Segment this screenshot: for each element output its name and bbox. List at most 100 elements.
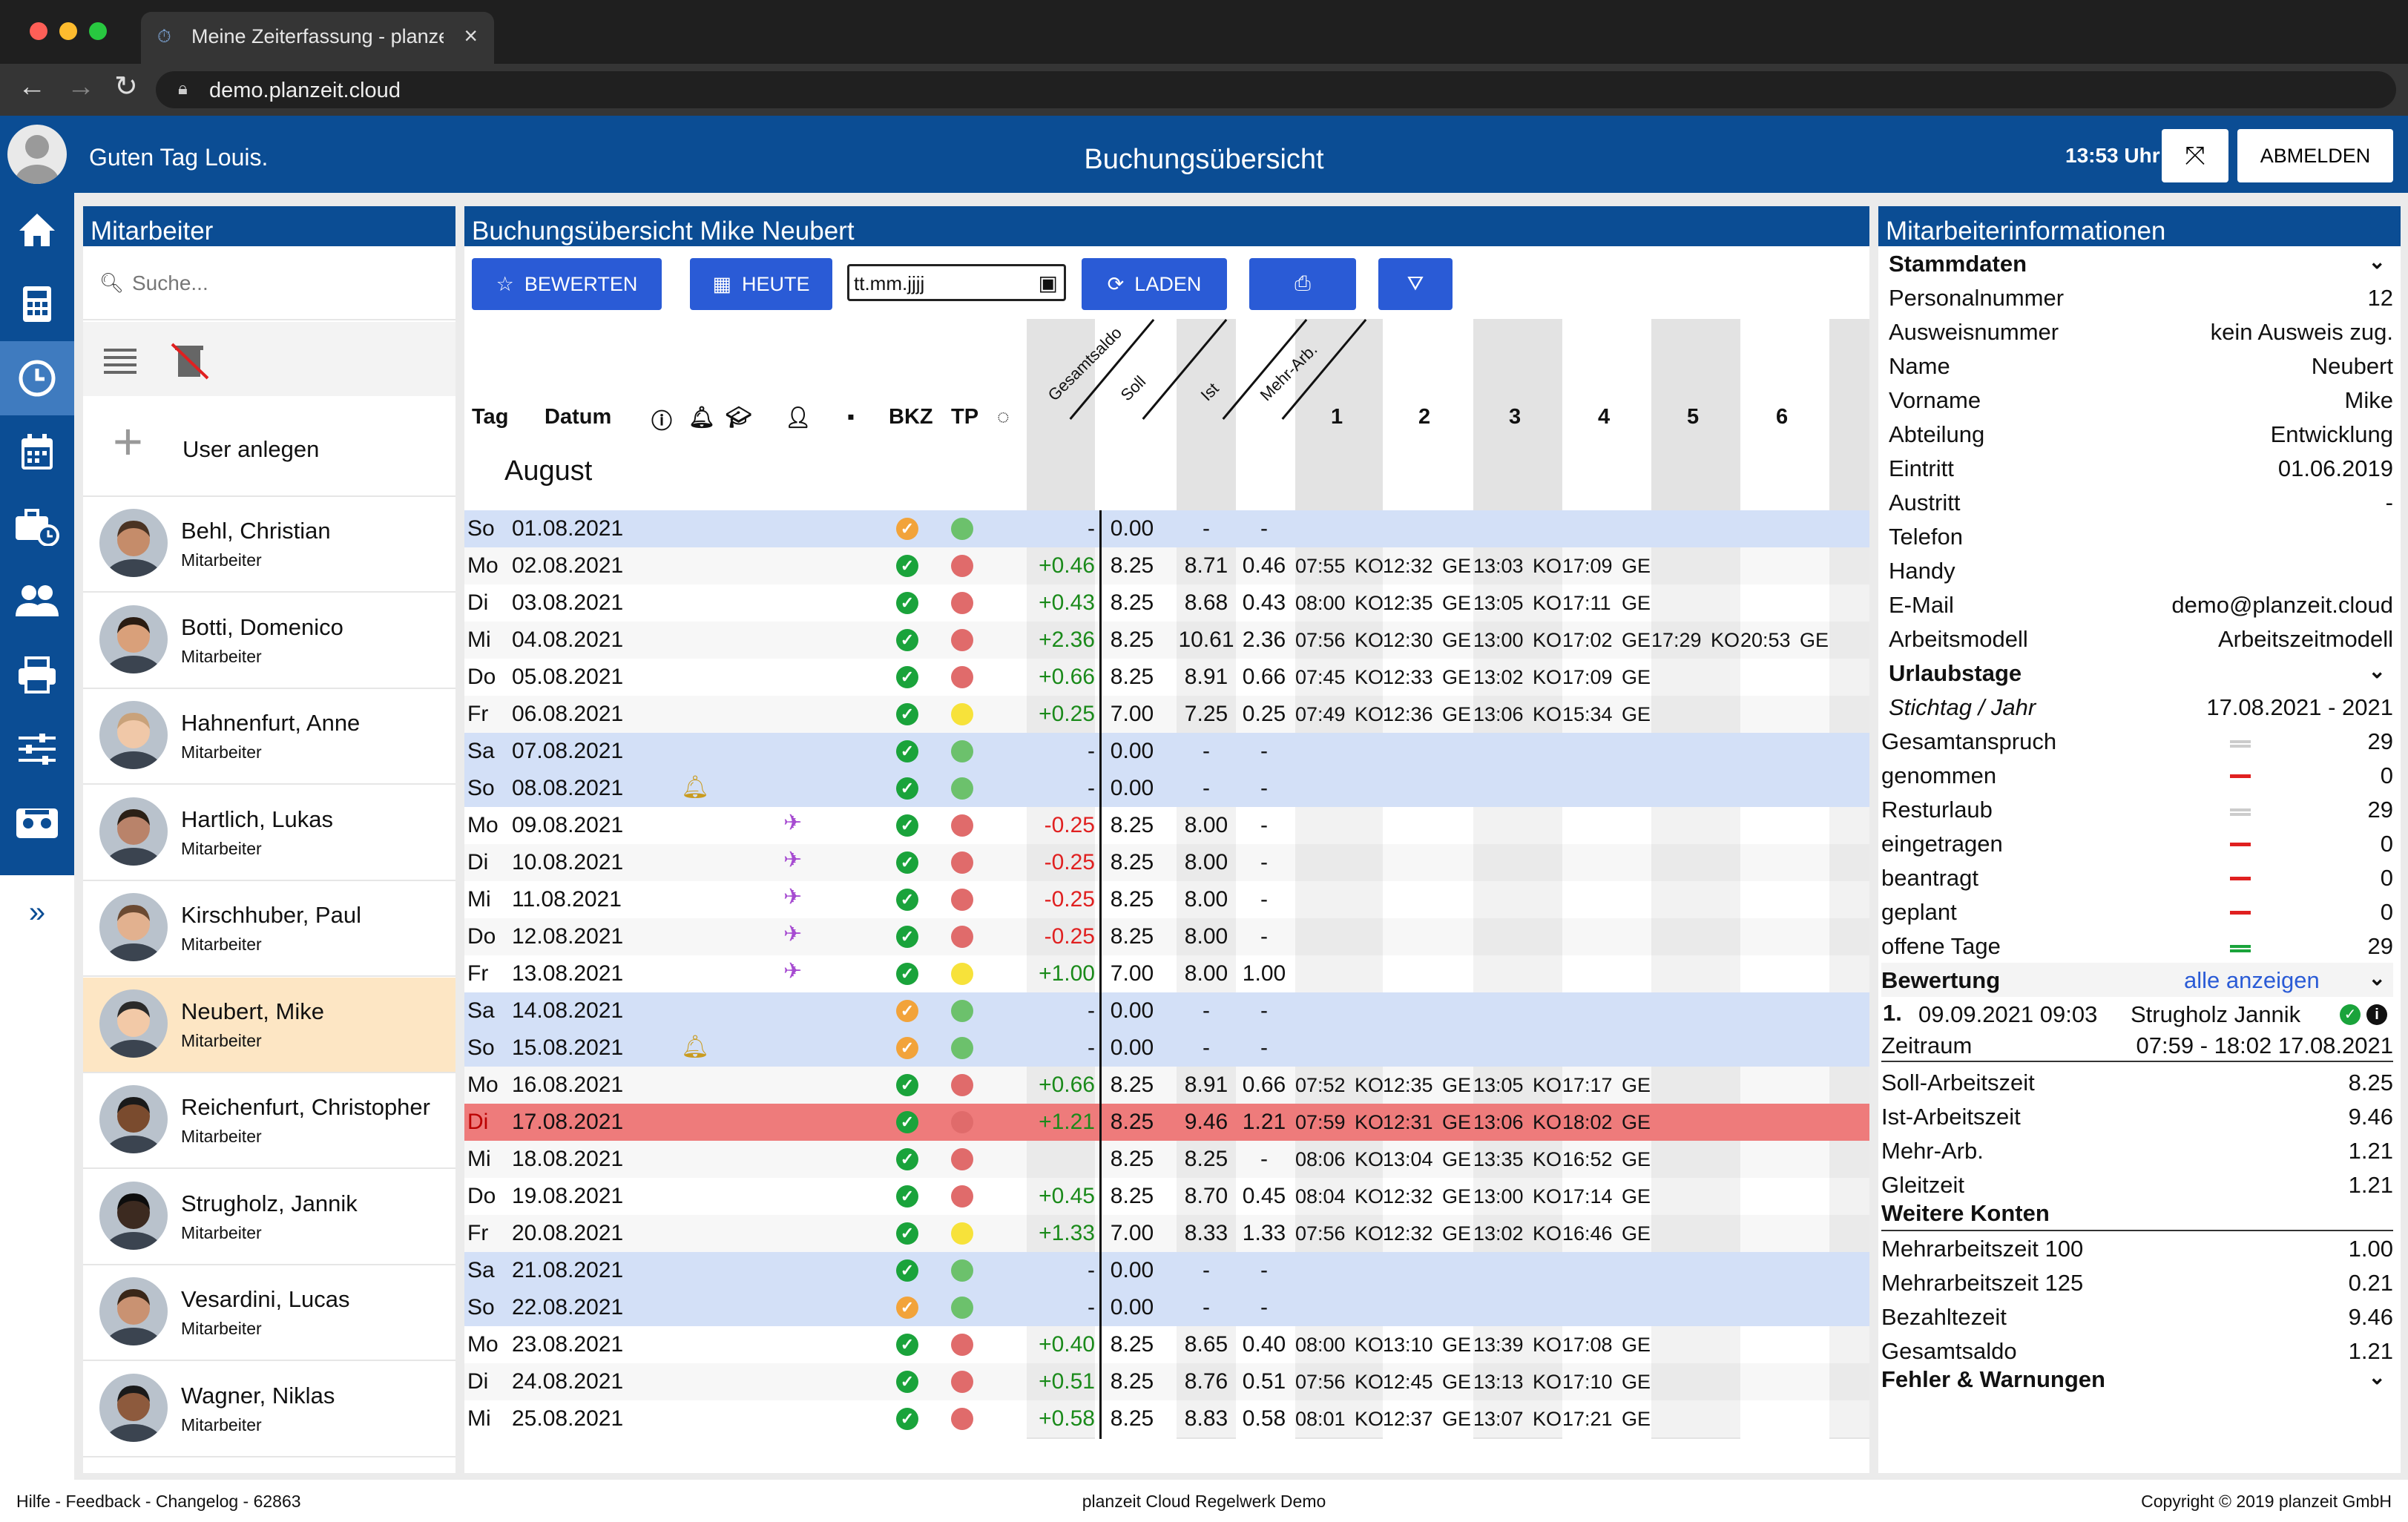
reload-icon[interactable]: ↻ <box>114 70 138 103</box>
bkz-status-icon[interactable]: ✓ <box>896 1297 918 1319</box>
staff-list-item[interactable]: Strugholz, Jannik Mitarbeiter <box>83 1170 455 1265</box>
bkz-status-icon[interactable]: ✓ <box>896 1000 918 1022</box>
bkz-status-icon[interactable]: ✓ <box>896 703 918 725</box>
staff-list-item[interactable]: Behl, Christian Mitarbeiter <box>83 497 455 593</box>
rate-button[interactable]: ☆ BEWERTEN <box>472 258 662 310</box>
today-button[interactable]: ▦ HEUTE <box>690 258 832 310</box>
table-row[interactable] <box>464 1104 1869 1141</box>
staff-list-item[interactable]: Hartlich, Lukas Mitarbeiter <box>83 785 455 881</box>
table-row[interactable] <box>464 1363 1869 1400</box>
bkz-status-icon[interactable]: ✓ <box>896 1371 918 1393</box>
staff-list-item[interactable]: Vesardini, Lucas Mitarbeiter <box>83 1265 455 1361</box>
section-header-fehler[interactable]: Fehler & Warnungen ⌄ <box>1881 1363 2393 1397</box>
bkz-status-icon[interactable]: ✓ <box>896 592 918 614</box>
bkz-status-icon[interactable]: ✓ <box>896 889 918 911</box>
table-row[interactable] <box>464 1141 1869 1178</box>
logout-button[interactable]: ABMELDEN <box>2237 129 2393 182</box>
staff-list-item[interactable]: Wagner, Niklas Mitarbeiter <box>83 1362 455 1457</box>
expand-icon[interactable]: » <box>0 875 74 949</box>
table-row[interactable] <box>464 733 1869 770</box>
bkz-status-icon[interactable]: ✓ <box>896 851 918 874</box>
search-box[interactable]: 🔍︎ Suche... <box>83 246 455 320</box>
browser-tab[interactable]: ⏱ Meine Zeiterfassung - planzeit × <box>141 12 494 64</box>
table-row[interactable] <box>464 1067 1869 1104</box>
maximize-window-button[interactable] <box>89 22 107 40</box>
nav-users[interactable] <box>0 564 74 638</box>
filter-button[interactable]: ⛛ <box>1378 258 1453 310</box>
staff-list-item[interactable]: Reichenfurt, Christopher Mitarbeiter <box>83 1073 455 1169</box>
table-row[interactable] <box>464 844 1869 881</box>
table-row[interactable] <box>464 770 1869 807</box>
nav-calendar[interactable] <box>0 415 74 490</box>
bkz-status-icon[interactable]: ✓ <box>896 814 918 837</box>
trash-disabled-icon[interactable] <box>171 343 209 380</box>
bkz-status-icon[interactable]: ✓ <box>896 1111 918 1133</box>
bkz-status-icon[interactable]: ✓ <box>896 1037 918 1059</box>
table-row[interactable] <box>464 918 1869 955</box>
table-row[interactable] <box>464 584 1869 622</box>
table-row[interactable] <box>464 992 1869 1030</box>
add-user-button[interactable]: + User anlegen <box>83 398 455 497</box>
bkz-status-icon[interactable]: ✓ <box>896 518 918 540</box>
table-row[interactable] <box>464 1252 1869 1289</box>
staff-list-item[interactable]: Botti, Domenico Mitarbeiter <box>83 593 455 689</box>
bkz-status-icon[interactable]: ✓ <box>896 666 918 688</box>
bkz-status-icon[interactable]: ✓ <box>896 1408 918 1430</box>
bkz-status-icon[interactable]: ✓ <box>896 1074 918 1096</box>
search-input[interactable]: Suche... <box>132 271 208 295</box>
staff-list-item[interactable]: Kirschhuber, Paul Mitarbeiter <box>83 881 455 977</box>
bkz-status-icon[interactable]: ✓ <box>896 740 918 762</box>
table-row[interactable] <box>464 1215 1869 1252</box>
date-input[interactable]: tt.mm.jjjj ▣ <box>847 264 1066 301</box>
staff-list-item[interactable]: Neubert, Mike Mitarbeiter <box>83 977 455 1073</box>
section-header-urlaub[interactable]: Urlaubstage ⌄ <box>1881 656 2393 690</box>
table-row[interactable] <box>464 659 1869 696</box>
tab-close-icon[interactable]: × <box>464 22 478 50</box>
table-row[interactable] <box>464 1326 1869 1363</box>
minimize-window-button[interactable] <box>59 22 77 40</box>
bkz-status-icon[interactable]: ✓ <box>896 555 918 577</box>
chevron-down-icon[interactable]: ⌄ <box>2369 249 2386 274</box>
table-row[interactable] <box>464 1400 1869 1437</box>
nav-calculator[interactable] <box>0 267 74 341</box>
staff-list-item[interactable]: Hahnenfurt, Anne Mitarbeiter <box>83 689 455 785</box>
show-all-link[interactable]: alle anzeigen <box>2184 967 2320 994</box>
info-icon[interactable]: i <box>2366 1004 2387 1025</box>
chevron-down-icon[interactable]: ⌄ <box>2369 1365 2386 1389</box>
url-field[interactable]: 🔒︎ demo.planzeit.cloud <box>156 71 2396 108</box>
table-row[interactable] <box>464 510 1869 547</box>
nav-recorder[interactable] <box>0 786 74 860</box>
table-row[interactable] <box>464 807 1869 844</box>
print-button[interactable]: ⎙ <box>1249 258 1356 310</box>
chevron-down-icon[interactable]: ⌄ <box>2369 966 2386 990</box>
table-row[interactable] <box>464 881 1869 918</box>
bkz-status-icon[interactable]: ✓ <box>896 963 918 985</box>
nav-home[interactable] <box>0 193 74 267</box>
bkz-status-icon[interactable]: ✓ <box>896 1148 918 1170</box>
table-row[interactable] <box>464 955 1869 992</box>
load-button[interactable]: ⟳ LADEN <box>1082 258 1227 310</box>
table-row[interactable] <box>464 1030 1869 1067</box>
list-view-icon[interactable] <box>104 347 136 374</box>
bkz-status-icon[interactable]: ✓ <box>896 1185 918 1208</box>
bkz-status-icon[interactable]: ✓ <box>896 1259 918 1282</box>
nav-print[interactable] <box>0 638 74 712</box>
bkz-status-icon[interactable]: ✓ <box>896 926 918 948</box>
section-header-stammdaten[interactable]: Stammdaten ⌄ <box>1881 246 2393 280</box>
table-row[interactable] <box>464 1178 1869 1215</box>
table-row[interactable] <box>464 547 1869 584</box>
close-window-button[interactable] <box>30 22 47 40</box>
forward-arrow-icon[interactable]: → <box>67 71 95 103</box>
rating-entry[interactable]: 1. 09.09.2021 09:03 Strugholz Jannik ✓ i <box>1881 997 2393 1031</box>
nav-absence[interactable] <box>0 490 74 564</box>
nav-time[interactable] <box>0 341 74 415</box>
back-arrow-icon[interactable]: ← <box>18 71 46 103</box>
table-row[interactable] <box>464 1289 1869 1326</box>
chevron-down-icon[interactable]: ⌄ <box>2369 659 2386 683</box>
fullscreen-button[interactable]: ⤧ <box>2162 129 2228 182</box>
bkz-status-icon[interactable]: ✓ <box>896 1222 918 1245</box>
bkz-status-icon[interactable]: ✓ <box>896 1334 918 1356</box>
date-picker-icon[interactable]: ▣ <box>1039 271 1058 295</box>
bkz-status-icon[interactable]: ✓ <box>896 629 918 651</box>
nav-settings[interactable] <box>0 712 74 786</box>
